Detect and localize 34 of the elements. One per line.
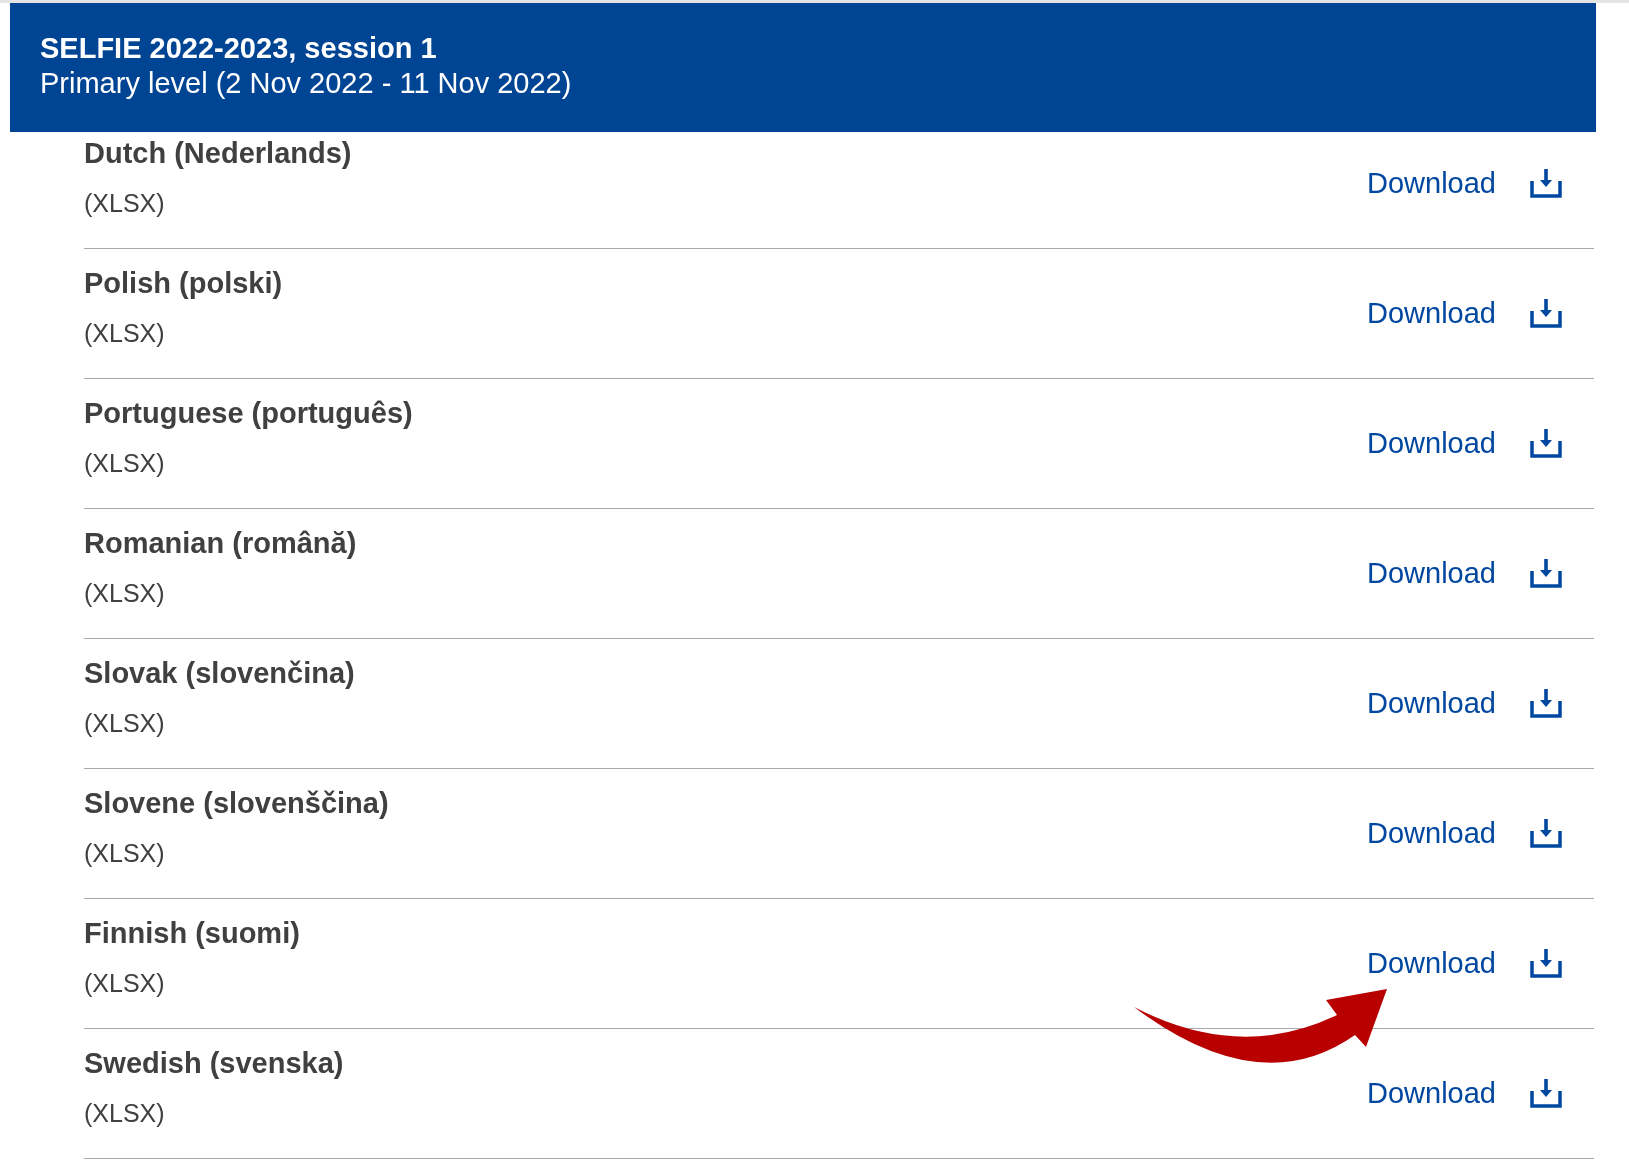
file-format: (XLSX): [84, 448, 166, 478]
download-icon[interactable]: [1530, 427, 1562, 459]
language-name: Swedish (svenska): [84, 1046, 344, 1080]
language-name: Slovak (slovenčina): [84, 656, 355, 690]
file-format: (XLSX): [84, 318, 166, 348]
download-icon[interactable]: [1530, 167, 1562, 199]
download-icon[interactable]: [1530, 947, 1562, 979]
download-icon[interactable]: [1530, 687, 1562, 719]
download-link[interactable]: Download: [1367, 555, 1496, 591]
file-format: (XLSX): [84, 578, 166, 608]
session-dates: Primary level (2 Nov 2022 - 11 Nov 2022): [40, 66, 573, 101]
file-format: (XLSX): [84, 188, 166, 218]
download-icon[interactable]: [1530, 297, 1562, 329]
session-title: SELFIE 2022-2023, session 1: [40, 31, 438, 66]
download-link[interactable]: Download: [1367, 685, 1496, 721]
file-format: (XLSX): [84, 838, 166, 868]
download-link[interactable]: Download: [1367, 1075, 1496, 1111]
download-link[interactable]: Download: [1367, 425, 1496, 461]
download-link[interactable]: Download: [1367, 165, 1496, 201]
file-format: (XLSX): [84, 1098, 166, 1128]
download-link[interactable]: Download: [1367, 295, 1496, 331]
file-format: (XLSX): [84, 968, 166, 998]
language-name: Polish (polski): [84, 266, 283, 300]
download-icon[interactable]: [1530, 1077, 1562, 1109]
language-name: Portuguese (português): [84, 396, 413, 430]
language-name: Dutch (Nederlands): [84, 136, 352, 170]
file-format: (XLSX): [84, 708, 166, 738]
language-name: Finnish (suomi): [84, 916, 300, 950]
download-icon[interactable]: [1530, 557, 1562, 589]
download-link[interactable]: Download: [1367, 945, 1496, 981]
language-name: Slovene (slovenščina): [84, 786, 389, 820]
language-name: Romanian (română): [84, 526, 357, 560]
download-icon[interactable]: [1530, 817, 1562, 849]
download-link[interactable]: Download: [1367, 815, 1496, 851]
